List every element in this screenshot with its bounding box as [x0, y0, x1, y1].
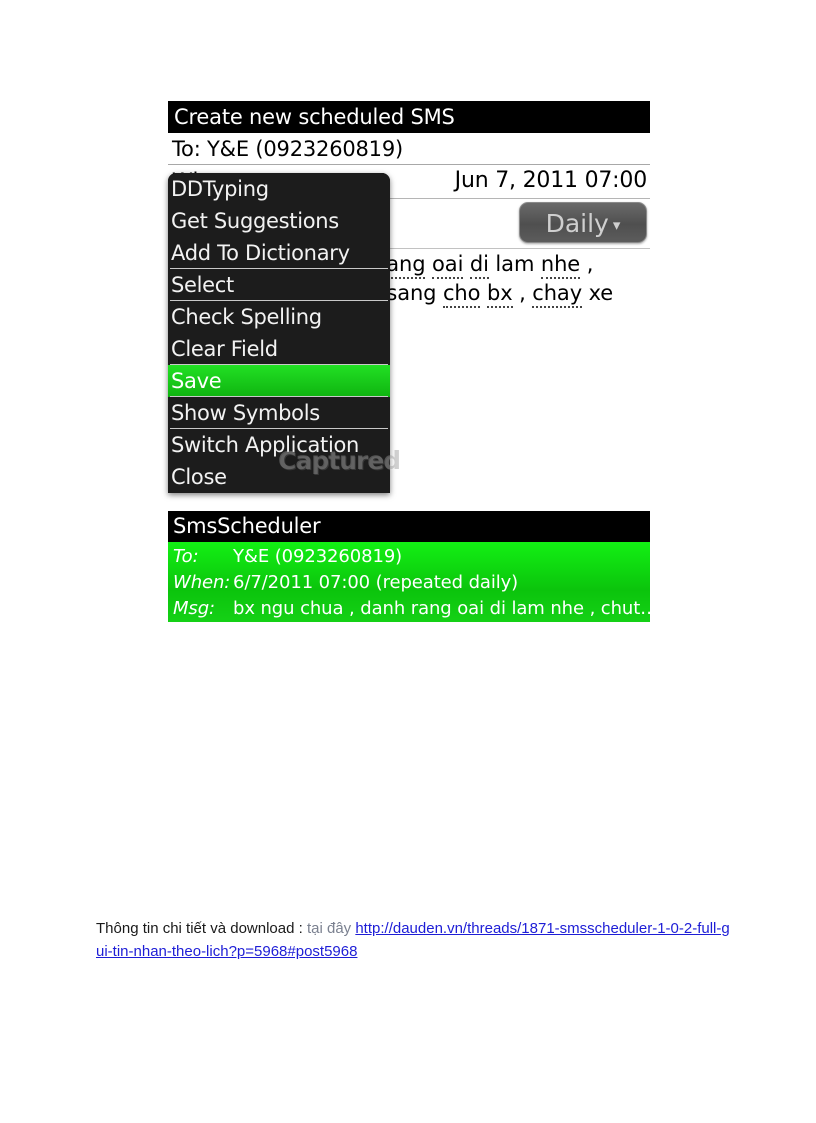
menu-item-ddtyping[interactable]: DDTyping [168, 173, 390, 205]
notification-body: To: Y&E (0923260819) When: 6/7/2011 07:00 … [168, 542, 658, 622]
notification-value-msg: bx ngu chua , danh rang oai di lam nhe ,… [233, 598, 659, 619]
notification-value-when: 6/7/2011 07:00 (repeated daily) [233, 572, 519, 593]
notification-row-msg: Msg: bx ngu chua , danh rang oai di lam n… [173, 596, 658, 622]
menu-item-show-symbols[interactable]: Show Symbols [168, 397, 390, 429]
notification-value-to: Y&E (0923260819) [233, 546, 403, 567]
repeat-dropdown-button[interactable]: Daily ▾ [519, 202, 647, 243]
menu-item-select[interactable]: Select [168, 269, 390, 301]
msg-seg: , [580, 252, 594, 276]
msg-seg: xe [582, 281, 614, 305]
msg-seg-misspelled: nhe [540, 252, 580, 279]
when-value[interactable]: Jun 7, 2011 07:00 [455, 168, 648, 193]
menu-item-save[interactable]: Save [168, 365, 390, 397]
menu-item-add-to-dictionary[interactable]: Add To Dictionary [168, 237, 390, 269]
recipient-row[interactable]: To: Y&E (0923260819) [168, 133, 650, 165]
app-title-bar: Create new scheduled SMS [168, 101, 650, 133]
footer-here-text: tại đây [306, 920, 356, 937]
menu-item-clear-field[interactable]: Clear Field [168, 333, 390, 365]
notification-row-when: When: 6/7/2011 07:00 (repeated daily) [173, 570, 650, 596]
menu-item-get-suggestions[interactable]: Get Suggestions [168, 205, 390, 237]
msg-seg-misspelled: oai [432, 252, 463, 279]
msg-seg: lam [488, 252, 541, 276]
msg-seg-misspelled: cho [442, 281, 480, 308]
msg-seg [463, 252, 470, 276]
msg-seg: , [512, 281, 533, 305]
menu-item-close[interactable]: Close [168, 461, 390, 493]
notification-row-to: To: Y&E (0923260819) [173, 544, 650, 570]
msg-seg-misspelled: di [469, 252, 489, 279]
msg-seg [480, 281, 487, 305]
notification-title: SmsScheduler [168, 511, 650, 542]
notification-key-when: When: [173, 572, 231, 593]
menu-item-check-spelling[interactable]: Check Spelling [168, 301, 390, 333]
msg-seg-misspelled: bx [486, 281, 513, 308]
footer-download-note: Thông tin chi tiết và download : tại đây… [96, 917, 736, 963]
context-menu[interactable]: DDTyping Get Suggestions Add To Dictiona… [168, 173, 390, 493]
chevron-down-icon: ▾ [612, 215, 621, 234]
notification-key-to: To: [173, 546, 199, 567]
notification-key-msg: Msg: [173, 598, 215, 619]
repeat-dropdown-label: Daily [545, 209, 609, 238]
footer-lead-text: Thông tin chi tiết và download : [96, 920, 307, 937]
msg-seg-misspelled: chay [532, 281, 582, 308]
menu-item-switch-application[interactable]: Switch Application [168, 429, 390, 461]
sms-scheduler-notification: SmsScheduler To: Y&E (0923260819) When: 6/… [168, 511, 658, 622]
